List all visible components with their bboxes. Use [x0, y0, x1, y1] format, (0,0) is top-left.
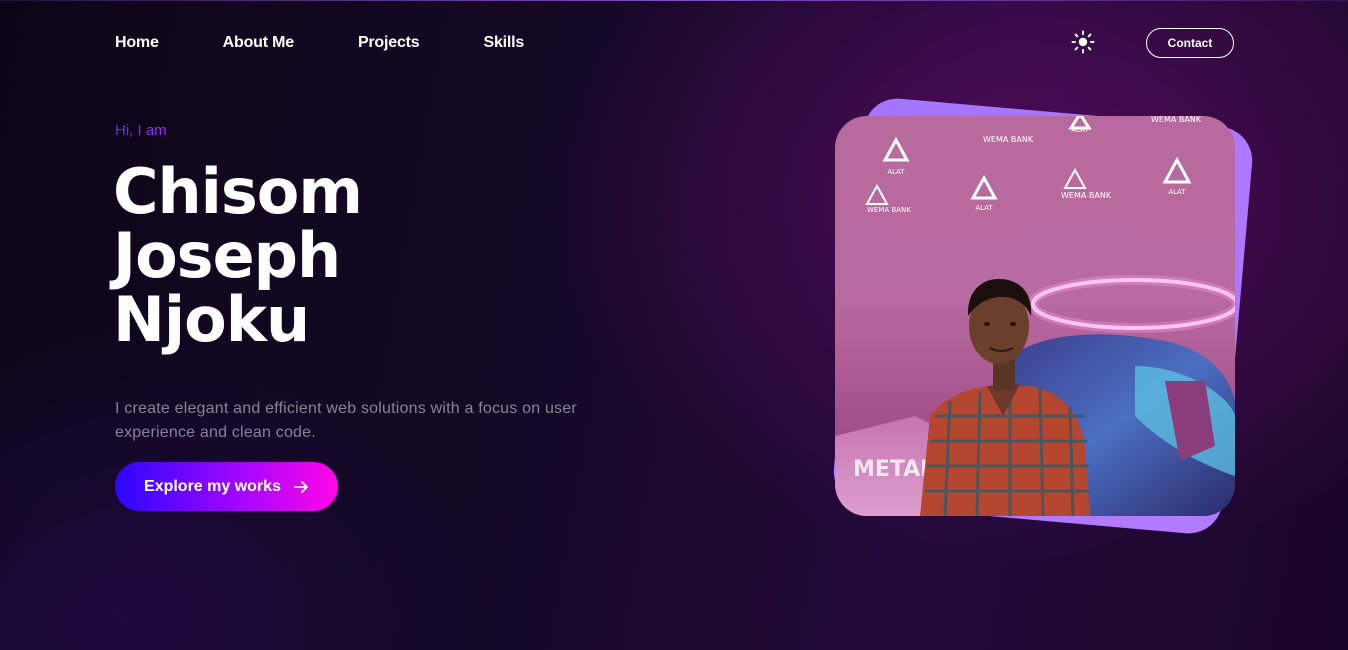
backdrop-logo-text: WEMA BANK [1061, 191, 1112, 200]
hero-name-line-2: Joseph [113, 219, 341, 292]
hero-description: I create elegant and efficient web solut… [115, 400, 577, 441]
backdrop-logo: ALAT [1162, 156, 1192, 196]
explore-works-label: Explore my works [144, 477, 281, 495]
hero-name-line-1: Chisom [113, 155, 363, 228]
backdrop-logo: WEMA BANK [865, 183, 911, 214]
arrow-right-icon [294, 480, 308, 493]
backdrop-logo-text: WEMA BANK [983, 135, 1034, 144]
backdrop-logo: WEMA BANK [1061, 167, 1112, 200]
backdrop-logo-text: WEMA BANK [1151, 116, 1202, 124]
nav-projects-link[interactable]: Projects [358, 34, 420, 52]
backdrop-logo-text: ALAT [1168, 188, 1186, 196]
backdrop-logo-text: WEMA BANK [867, 206, 911, 214]
backdrop-logo-text: ALAT [1071, 126, 1089, 134]
sun-icon[interactable] [1071, 30, 1095, 54]
main-nav: Home About Me Projects Skills [115, 32, 588, 54]
nav-skills-link[interactable]: Skills [483, 34, 524, 52]
backdrop-text: METAI [853, 457, 928, 482]
backdrop-logo: ALAT [970, 174, 998, 212]
hero-name: Chisom Joseph Njoku [113, 155, 363, 356]
backdrop-logo: ALAT [1068, 116, 1092, 134]
backdrop-logo-text: ALAT [975, 204, 993, 212]
nav-home-link[interactable]: Home [115, 34, 159, 52]
profile-photo: ALAT WEMA BANK ALAT WEMA BANK WEMA BANK … [835, 116, 1235, 516]
backdrop-logo: WEMA BANK [1151, 116, 1202, 124]
contact-button[interactable]: Contact [1146, 28, 1234, 58]
explore-works-button[interactable]: Explore my works [115, 462, 338, 511]
backdrop-logo: WEMA BANK [983, 135, 1034, 144]
backdrop-logo: ALAT [882, 136, 910, 176]
hero-name-line-3: Njoku [113, 283, 310, 356]
hero-greeting: Hi, I am [115, 122, 167, 139]
backdrop-logo-text: ALAT [887, 168, 905, 176]
nav-about-link[interactable]: About Me [223, 34, 294, 52]
top-border [0, 0, 1348, 1]
